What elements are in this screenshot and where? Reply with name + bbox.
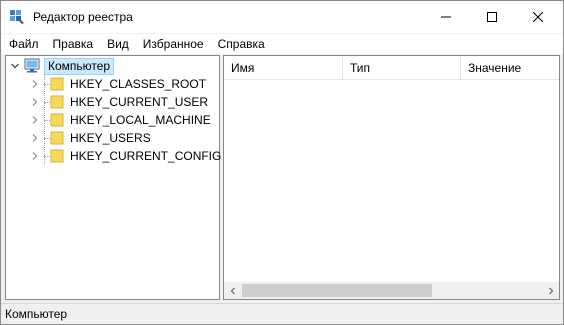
folder-icon [50,95,66,109]
column-header-type[interactable]: Тип [343,56,461,80]
tree-item-label: HKEY_LOCAL_MACHINE [70,113,211,127]
menu-favorites[interactable]: Избранное [136,34,211,54]
folder-icon [50,113,66,127]
registry-editor-window: Редактор реестра Файл Правка Вид Избранн… [0,0,564,325]
tree-item-hkey-local-machine[interactable]: HKEY_LOCAL_MACHINE [30,111,211,129]
minimize-button[interactable] [423,1,469,32]
status-bar: Компьютер [1,303,563,324]
tree-item-label: HKEY_CURRENT_USER [70,95,209,109]
tree-item-hkey-current-user[interactable]: HKEY_CURRENT_USER [30,93,208,111]
expand-icon[interactable] [30,79,40,89]
tree-item-hkey-classes-root[interactable]: HKEY_CLASSES_ROOT [30,75,206,93]
status-path: Компьютер [5,307,68,321]
folder-icon [50,149,66,163]
tree-item-label: HKEY_USERS [70,131,151,145]
scroll-left-button[interactable] [224,282,241,299]
chevron-left-icon [230,287,235,294]
menu-view[interactable]: Вид [100,34,136,54]
title-bar[interactable]: Редактор реестра [1,1,563,33]
menu-edit[interactable]: Правка [46,34,101,54]
menu-file[interactable]: Файл [1,34,46,54]
values-list[interactable]: Имя Тип Значение [223,55,560,300]
maximize-icon [487,11,497,22]
expand-icon[interactable] [30,133,40,143]
chevron-right-icon [548,287,553,294]
expand-icon[interactable] [30,115,40,125]
minimize-icon [441,16,451,17]
window-title: Редактор реестра [33,10,133,24]
scroll-right-button[interactable] [542,282,559,299]
collapse-icon[interactable] [10,61,20,71]
menu-bar: Файл Правка Вид Избранное Справка [1,34,563,54]
tree-item-label: HKEY_CLASSES_ROOT [70,77,207,91]
tree-root-label: Компьютер [44,57,115,75]
maximize-button[interactable] [469,1,515,32]
horizontal-scrollbar[interactable] [224,282,559,299]
expand-icon[interactable] [30,151,40,161]
tree-root-computer[interactable]: Компьютер [10,57,115,75]
registry-tree[interactable]: Компьютер HKEY_CLASSES_ROOT HKEY_CURRENT… [5,55,221,300]
list-header: Имя Тип Значение [224,56,559,80]
tree-item-hkey-users[interactable]: HKEY_USERS [30,129,151,147]
tree-item-hkey-current-config[interactable]: HKEY_CURRENT_CONFIG [30,147,221,165]
tree-item-label: HKEY_CURRENT_CONFIG [70,149,222,163]
column-header-value[interactable]: Значение [461,56,559,80]
expand-icon[interactable] [30,97,40,107]
menu-help[interactable]: Справка [211,34,272,54]
close-icon [533,11,543,22]
close-button[interactable] [515,1,561,32]
computer-icon [24,58,42,74]
folder-icon [50,77,66,91]
registry-editor-icon [9,9,25,25]
column-header-name[interactable]: Имя [224,56,343,80]
scrollbar-thumb[interactable] [242,284,432,297]
folder-icon [50,131,66,145]
